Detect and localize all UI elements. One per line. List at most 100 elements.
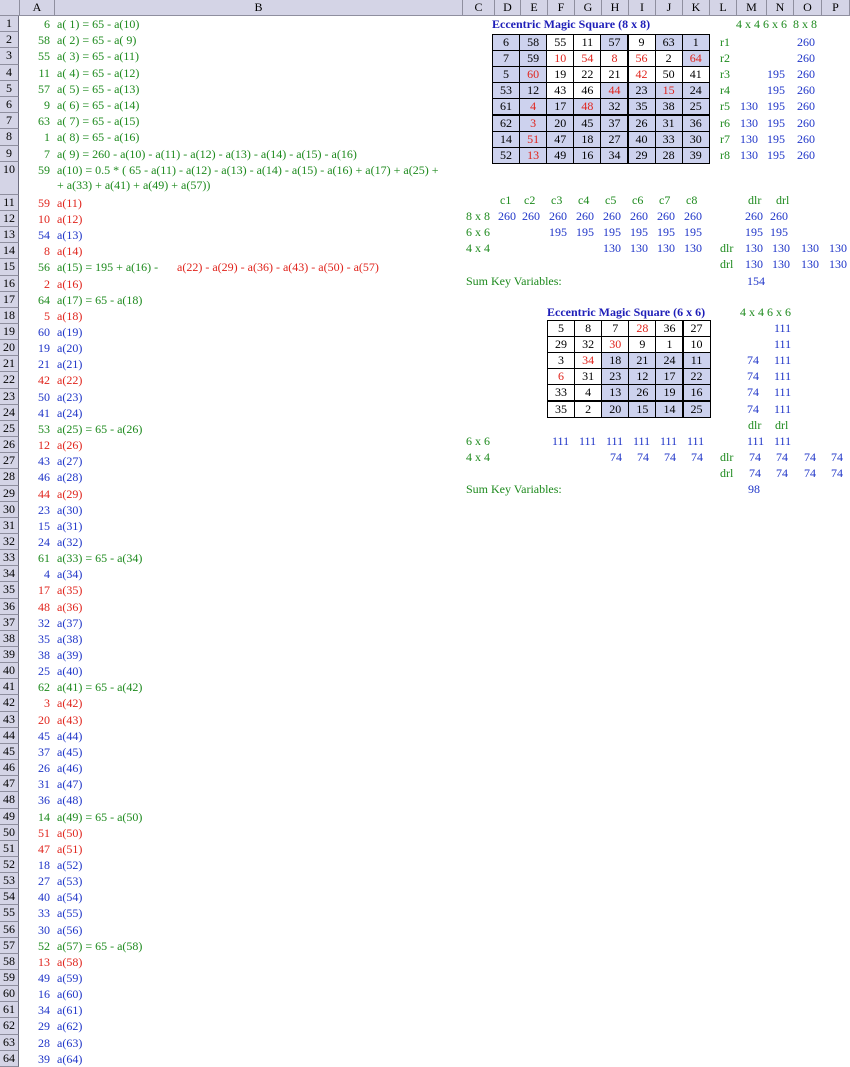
cell-a57[interactable]: 52	[20, 938, 50, 954]
row-header-13[interactable]: 13	[0, 227, 19, 244]
sq8-cell-r3c1[interactable]: 5	[492, 66, 521, 84]
cell-b51[interactable]: a(51)	[57, 841, 82, 857]
sq8-cell-r7c4[interactable]: 18	[573, 130, 602, 148]
cell-a35[interactable]: 17	[20, 582, 50, 598]
column-header-k[interactable]: K	[683, 0, 710, 16]
column-header-n[interactable]: N	[767, 0, 794, 16]
cell-a52[interactable]: 18	[20, 857, 50, 873]
cell-b55[interactable]: a(55)	[57, 905, 82, 921]
row-header-1[interactable]: 1	[0, 16, 19, 33]
cell-a3[interactable]: 55	[20, 48, 50, 64]
row-header-7[interactable]: 7	[0, 113, 19, 130]
cell-b52[interactable]: a(52)	[57, 857, 82, 873]
sq8-cell-r4c1[interactable]: 53	[492, 82, 521, 100]
sq6-cell-r3c4[interactable]: 21	[628, 352, 657, 370]
sq6-cell-r2c3[interactable]: 30	[601, 336, 630, 354]
sq6-cell-r6c4[interactable]: 15	[628, 400, 657, 418]
sq6-cell-r1c5[interactable]: 36	[655, 320, 684, 338]
sq6-cell-r1c3[interactable]: 7	[601, 320, 630, 338]
row-header-49[interactable]: 49	[0, 808, 19, 825]
row-header-47[interactable]: 47	[0, 776, 19, 793]
row-header-29[interactable]: 29	[0, 485, 19, 502]
cell-a29[interactable]: 44	[20, 486, 50, 502]
sq8-cell-r4c2[interactable]: 12	[519, 82, 548, 100]
cell-b5-formula[interactable]: a( 5) = 65 - a(13)	[57, 81, 139, 97]
row-header-35[interactable]: 35	[0, 582, 19, 599]
cell-a48[interactable]: 36	[20, 792, 50, 808]
sq8-cell-r5c5[interactable]: 32	[600, 98, 629, 116]
row-header-10[interactable]: 10	[0, 161, 19, 195]
cell-b32[interactable]: a(32)	[57, 534, 82, 550]
cell-b34[interactable]: a(34)	[57, 566, 82, 582]
sq6-cell-r4c1[interactable]: 6	[547, 368, 576, 386]
sq8-cell-r2c5[interactable]: 8	[600, 50, 629, 68]
sq8-cell-r5c2[interactable]: 4	[519, 98, 548, 116]
sq6-cell-r1c2[interactable]: 8	[574, 320, 603, 338]
row-header-39[interactable]: 39	[0, 647, 19, 664]
cell-a42[interactable]: 3	[20, 695, 50, 711]
cell-a56[interactable]: 30	[20, 922, 50, 938]
sq6-cell-r5c3[interactable]: 13	[601, 384, 630, 402]
cell-b64[interactable]: a(64)	[57, 1051, 82, 1067]
sq8-cell-r6c8[interactable]: 36	[681, 114, 710, 132]
cell-a8[interactable]: 1	[20, 129, 50, 145]
cell-b59[interactable]: a(59)	[57, 970, 82, 986]
cell-a10[interactable]: 59	[20, 162, 50, 178]
cell-b47[interactable]: a(47)	[57, 776, 82, 792]
row-header-55[interactable]: 55	[0, 905, 19, 922]
column-header-l[interactable]: L	[710, 0, 737, 16]
cell-b19[interactable]: a(19)	[57, 324, 82, 340]
row-header-64[interactable]: 64	[0, 1050, 19, 1067]
sq8-cell-r8c7[interactable]: 28	[654, 146, 683, 164]
cell-b36[interactable]: a(36)	[57, 599, 82, 615]
row-header-43[interactable]: 43	[0, 711, 19, 728]
sq8-cell-r1c2[interactable]: 58	[519, 34, 548, 52]
sq6-cell-r4c5[interactable]: 17	[655, 368, 684, 386]
cell-a16[interactable]: 2	[20, 276, 50, 292]
cell-b33-formula[interactable]: a(33) = 65 - a(34)	[57, 550, 142, 566]
select-all-corner[interactable]	[0, 0, 20, 16]
cell-a51[interactable]: 47	[20, 841, 50, 857]
cell-b3-formula[interactable]: a( 3) = 65 - a(11)	[57, 48, 139, 64]
row-header-14[interactable]: 14	[0, 243, 19, 260]
column-header-j[interactable]: J	[656, 0, 683, 16]
row-header-38[interactable]: 38	[0, 630, 19, 648]
row-header-2[interactable]: 2	[0, 32, 19, 49]
cell-a49[interactable]: 14	[20, 809, 50, 825]
row-header-44[interactable]: 44	[0, 727, 19, 744]
cell-b10-formula[interactable]: a(10) = 0.5 * ( 65 - a(11) - a(12) - a(1…	[57, 162, 438, 178]
cell-b44[interactable]: a(44)	[57, 728, 82, 744]
row-header-36[interactable]: 36	[0, 598, 19, 615]
sq8-cell-r1c7[interactable]: 63	[654, 34, 683, 52]
row-header-54[interactable]: 54	[0, 889, 19, 906]
cell-a31[interactable]: 15	[20, 518, 50, 534]
column-header-c[interactable]: C	[463, 0, 495, 16]
cell-a64[interactable]: 39	[20, 1051, 50, 1067]
cell-a12[interactable]: 10	[20, 211, 50, 227]
cell-b53[interactable]: a(53)	[57, 873, 82, 889]
cell-b6-formula[interactable]: a( 6) = 65 - a(14)	[57, 97, 139, 113]
cell-b50[interactable]: a(50)	[57, 825, 82, 841]
sq6-cell-r1c4[interactable]: 28	[628, 320, 657, 338]
sq8-cell-r8c1[interactable]: 52	[492, 146, 521, 164]
cell-b1-formula[interactable]: a( 1) = 65 - a(10)	[57, 16, 139, 32]
sq6-cell-r5c1[interactable]: 33	[547, 384, 576, 402]
sq8-cell-r6c6[interactable]: 26	[627, 114, 656, 132]
sq8-cell-r5c7[interactable]: 38	[654, 98, 683, 116]
cell-a20[interactable]: 19	[20, 340, 50, 356]
column-header-m[interactable]: M	[737, 0, 767, 16]
column-header-d[interactable]: D	[495, 0, 521, 16]
sq8-cell-r4c7[interactable]: 15	[654, 82, 683, 100]
cell-b45[interactable]: a(45)	[57, 744, 82, 760]
row-header-25[interactable]: 25	[0, 420, 19, 438]
cell-a55[interactable]: 33	[20, 905, 50, 921]
cell-a47[interactable]: 31	[20, 776, 50, 792]
cell-b35[interactable]: a(35)	[57, 582, 82, 598]
cell-a4[interactable]: 11	[20, 65, 50, 81]
sq6-cell-r5c5[interactable]: 19	[655, 384, 684, 402]
sq6-cell-r3c5[interactable]: 24	[655, 352, 684, 370]
cell-a60[interactable]: 16	[20, 986, 50, 1002]
column-header-o[interactable]: O	[794, 0, 822, 16]
sq8-cell-r2c4[interactable]: 54	[573, 50, 602, 68]
row-header-3[interactable]: 3	[0, 48, 19, 65]
